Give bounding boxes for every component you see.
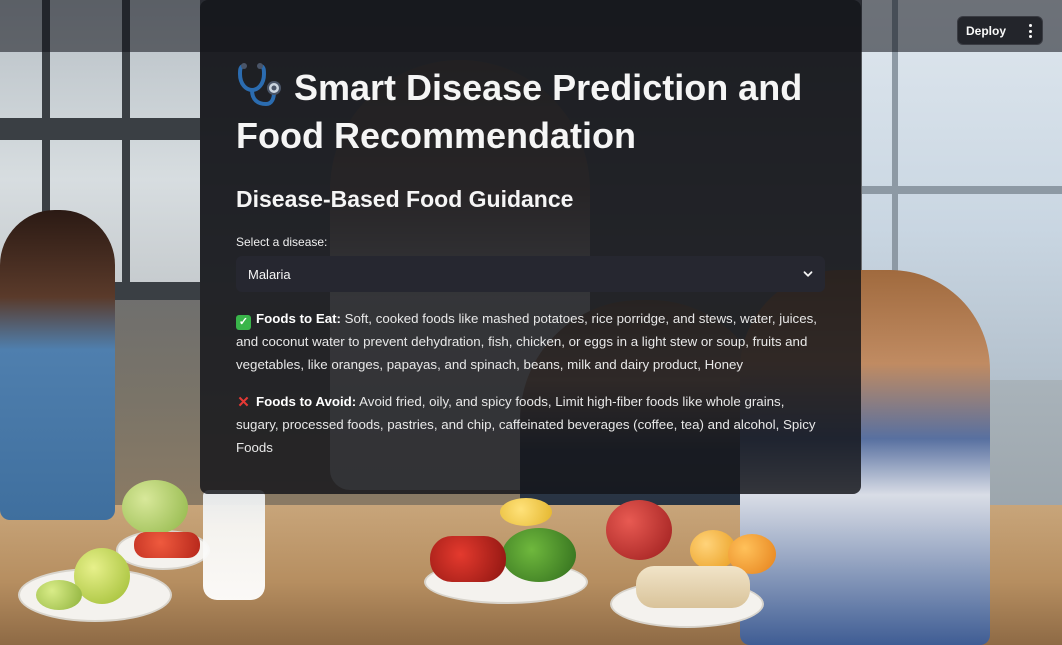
kebab-menu-icon[interactable]: [1028, 24, 1032, 38]
apple: [74, 548, 130, 604]
deploy-label: Deploy: [966, 23, 1007, 38]
page-title: Smart Disease Prediction and Food Recomm…: [236, 62, 836, 160]
child-figure-left: [0, 210, 115, 520]
broccoli: [502, 528, 576, 582]
foods-to-avoid-label: Foods to Avoid:: [256, 394, 357, 409]
disease-select[interactable]: Malaria: [236, 256, 825, 292]
tomatoes: [134, 532, 200, 558]
foods-to-eat-paragraph: ✓ Foods to Eat: Soft, cooked foods like m…: [236, 307, 825, 376]
foods-to-eat-label: Foods to Eat:: [256, 311, 341, 326]
foods-to-avoid-paragraph: ✕ Foods to Avoid: Avoid fried, oily, and …: [236, 390, 825, 459]
red-apple: [606, 500, 672, 560]
sandwich: [636, 566, 750, 608]
apple: [122, 480, 188, 534]
cross-mark-icon: ✕: [237, 394, 250, 411]
milk-glass: [203, 490, 265, 600]
select-label: Select a disease:: [236, 235, 328, 249]
main-content-card: Smart Disease Prediction and Food Recomm…: [200, 0, 861, 494]
apple: [36, 580, 82, 610]
chevron-down-icon: [803, 271, 813, 277]
tomatoes: [430, 536, 506, 582]
check-mark-icon: ✓: [236, 315, 251, 330]
deploy-button[interactable]: Deploy: [957, 16, 1043, 45]
select-value: Malaria: [248, 266, 291, 282]
title-text: Smart Disease Prediction and Food Recomm…: [236, 67, 803, 156]
section-heading: Disease-Based Food Guidance: [236, 186, 574, 212]
lemon: [500, 498, 552, 526]
stethoscope-icon: [237, 63, 281, 106]
